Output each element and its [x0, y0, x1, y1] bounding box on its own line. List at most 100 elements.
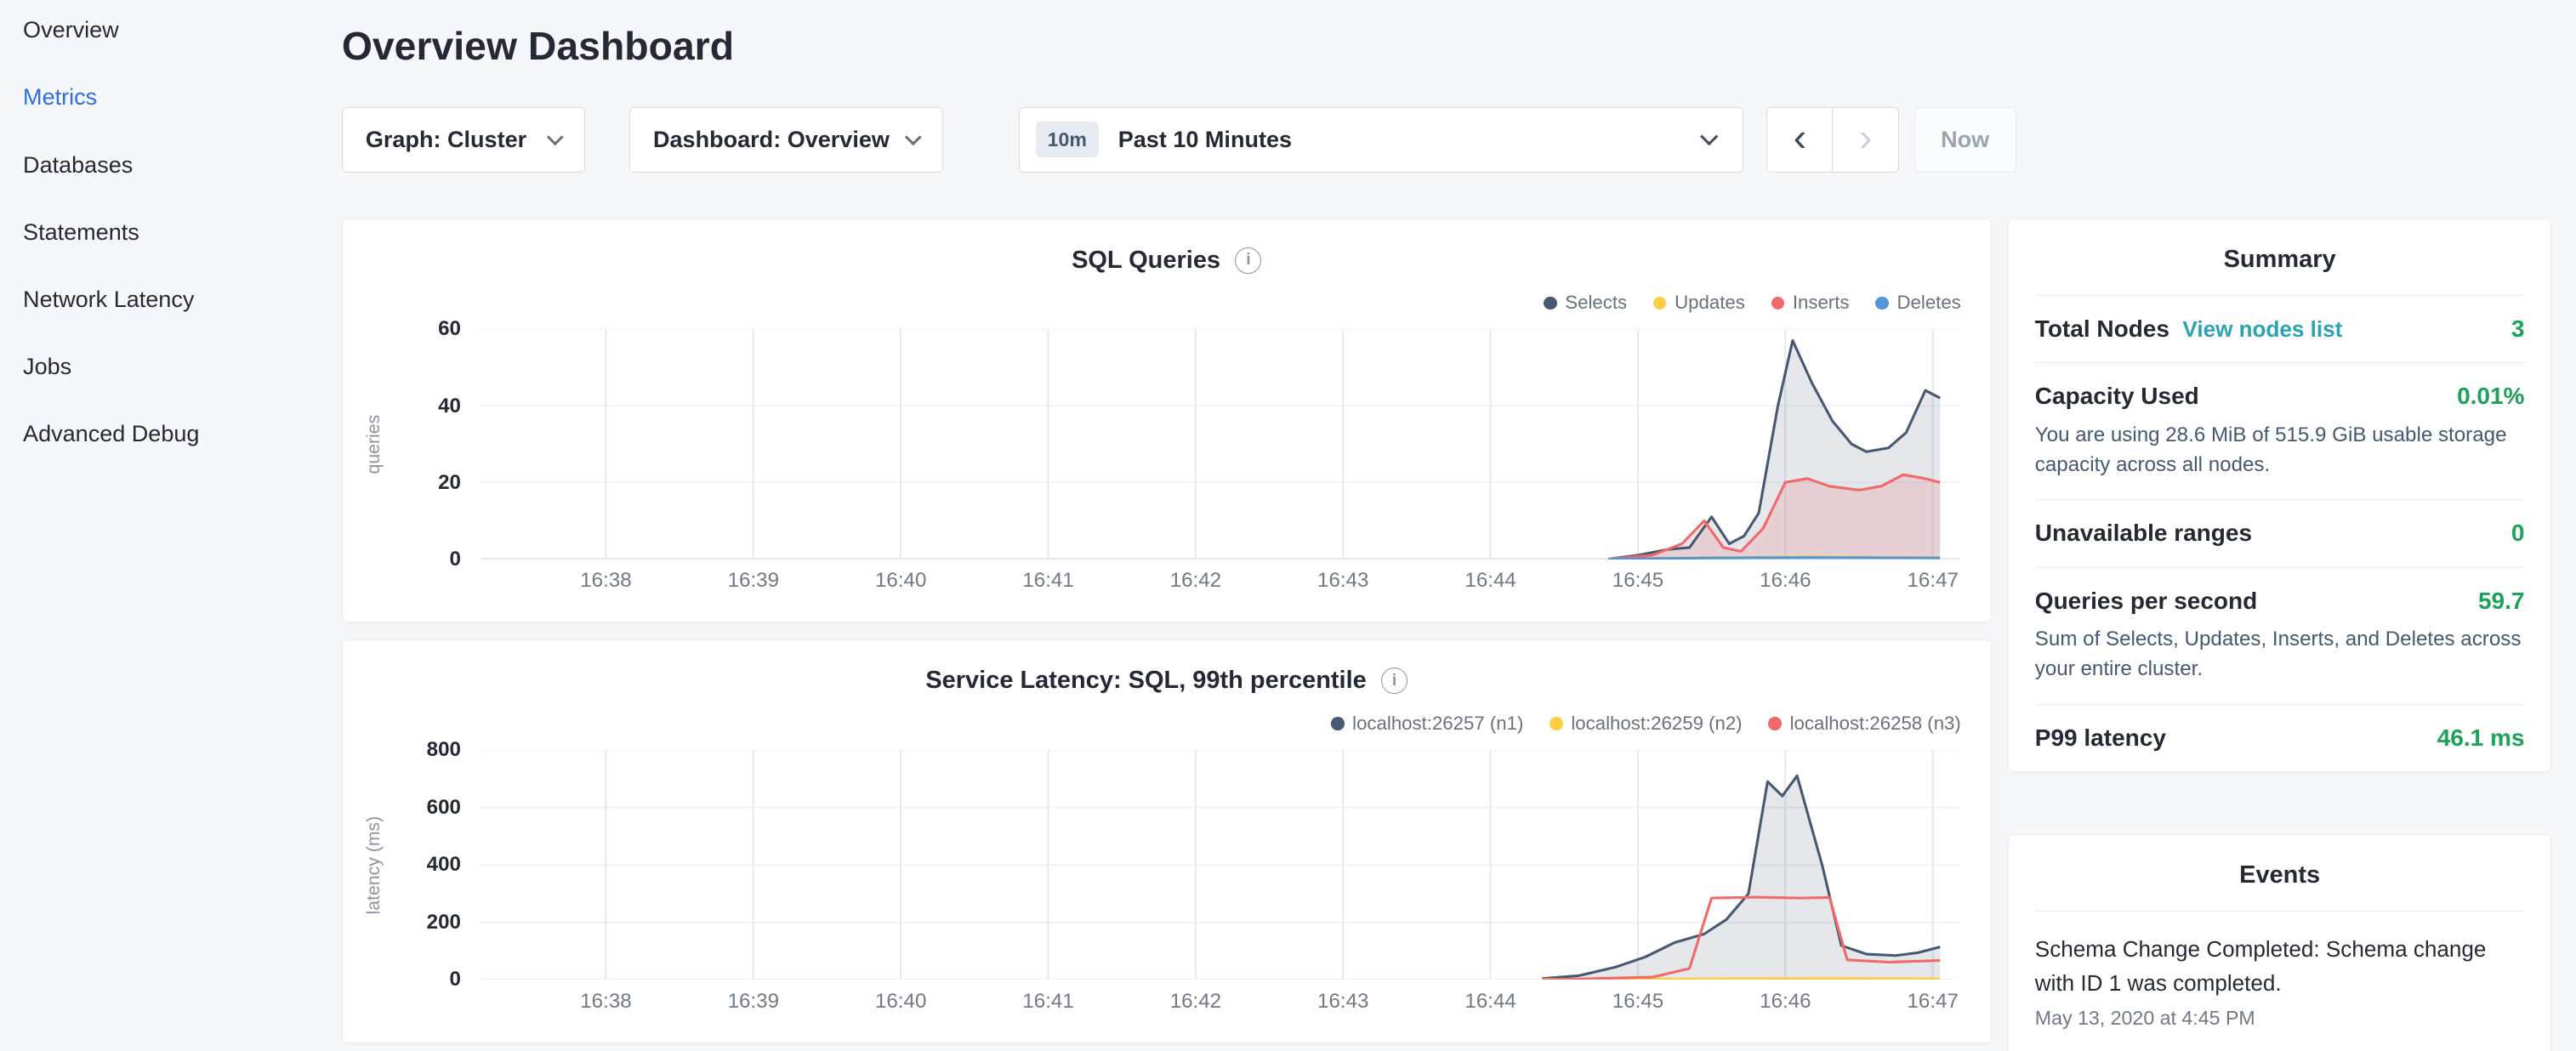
y-tick-label: 800 [401, 738, 461, 762]
legend-dot-icon [1550, 717, 1562, 730]
legend-item[interactable]: localhost:26259 (n2) [1550, 713, 1742, 736]
legend-label: Deletes [1897, 292, 1961, 314]
legend-item[interactable]: localhost:26257 (n1) [1331, 713, 1523, 736]
x-tick-label: 16:47 [1908, 990, 1959, 1014]
y-tick-label: 60 [401, 317, 461, 341]
summary-label: Queries per second [2035, 588, 2257, 615]
chart-title: SQL Queries [1072, 247, 1220, 275]
x-tick-label: 16:42 [1170, 990, 1221, 1014]
sidebar-item-network-latency[interactable]: Network Latency [23, 266, 319, 333]
summary-row-queries-per-second: Queries per second 59.7 Sum of Selects, … [2035, 567, 2525, 704]
legend-item[interactable]: Inserts [1771, 292, 1850, 315]
x-tick-label: 16:46 [1760, 990, 1811, 1014]
chart-plot-area: queries020406016:3816:3916:4016:4116:421… [481, 329, 1959, 559]
events-title: Events [2035, 835, 2525, 912]
legend-dot-icon [1331, 717, 1344, 730]
summary-label: Unavailable ranges [2035, 520, 2252, 547]
x-tick-label: 16:45 [1612, 990, 1663, 1014]
x-tick-label: 16:38 [580, 569, 631, 593]
legend-dot-icon [1771, 297, 1784, 310]
chevron-left-icon: ‹ [1794, 117, 1806, 156]
service-latency-panel: Service Latency: SQL, 99th percentile i … [342, 639, 1992, 1043]
time-range-picker[interactable]: 10m Past 10 Minutes [1019, 107, 1743, 173]
summary-value: 0 [2511, 520, 2525, 547]
chevron-down-icon [1700, 128, 1719, 147]
graph-scope-dropdown[interactable]: Graph: Cluster [342, 107, 585, 173]
chart-plot[interactable] [481, 750, 1959, 980]
time-pager: ‹ › [1766, 107, 1899, 173]
chart-plot[interactable] [481, 329, 1959, 559]
summary-description: You are using 28.6 MiB of 515.9 GiB usab… [2035, 420, 2525, 480]
x-tick-label: 16:44 [1464, 990, 1515, 1014]
events-panel: Events Schema Change Completed: Schema c… [2008, 834, 2551, 1051]
time-range-badge: 10m [1036, 122, 1098, 157]
legend-item[interactable]: Selects [1544, 292, 1627, 315]
x-tick-label: 16:39 [728, 569, 779, 593]
dashboard-dropdown[interactable]: Dashboard: Overview [629, 107, 943, 173]
x-tick-label: 16:46 [1760, 569, 1811, 593]
summary-row-capacity-used: Capacity Used 0.01% You are using 28.6 M… [2035, 362, 2525, 499]
time-forward-button[interactable]: › [1832, 107, 1899, 173]
summary-label: Total Nodes [2035, 315, 2169, 343]
summary-description: Sum of Selects, Updates, Inserts, and De… [2035, 624, 2525, 684]
x-tick-label: 16:47 [1908, 569, 1959, 593]
x-tick-label: 16:40 [875, 569, 926, 593]
x-tick-label: 16:41 [1022, 569, 1073, 593]
x-tick-label: 16:41 [1022, 990, 1073, 1014]
y-tick-label: 200 [401, 911, 461, 935]
summary-title: Summary [2035, 219, 2525, 296]
summary-label: Capacity Used [2035, 383, 2199, 410]
legend-dot-icon [1768, 717, 1781, 730]
y-tick-label: 0 [401, 968, 461, 991]
x-tick-label: 16:45 [1612, 569, 1663, 593]
summary-value: 59.7 [2478, 588, 2525, 615]
chart-legend: localhost:26257 (n1) localhost:26259 (n2)… [343, 713, 1961, 736]
legend-dot-icon [1875, 297, 1888, 310]
chevron-right-icon: › [1859, 117, 1872, 156]
dashboard-dropdown-label: Dashboard: Overview [653, 127, 890, 153]
legend-item[interactable]: Deletes [1875, 292, 1960, 315]
sidebar-item-metrics[interactable]: Metrics [23, 64, 319, 131]
summary-value: 3 [2511, 315, 2525, 343]
x-tick-label: 16:44 [1464, 569, 1515, 593]
legend-dot-icon [1653, 297, 1666, 310]
legend-item[interactable]: Updates [1653, 292, 1745, 315]
legend-label: Inserts [1793, 292, 1850, 314]
legend-item[interactable]: localhost:26258 (n3) [1768, 713, 1960, 736]
chart-title: Service Latency: SQL, 99th percentile [925, 667, 1366, 695]
y-axis-label: latency (ms) [362, 750, 385, 980]
chart-header: Service Latency: SQL, 99th percentile i [343, 640, 1991, 698]
chart-header: SQL Queries i [343, 219, 1991, 277]
sql-queries-panel: SQL Queries i Selects Updates Inserts Delet… [342, 219, 1992, 622]
y-tick-label: 0 [401, 548, 461, 571]
sidebar-item-advanced-debug[interactable]: Advanced Debug [23, 401, 319, 468]
sidebar: Overview Metrics Databases Statements Ne… [23, 0, 319, 469]
x-tick-label: 16:43 [1317, 990, 1368, 1014]
summary-value: 0.01% [2457, 383, 2524, 410]
now-button[interactable]: Now [1914, 107, 2016, 173]
chevron-down-icon [906, 129, 922, 145]
info-icon[interactable]: i [1235, 247, 1261, 274]
summary-row-total-nodes: Total Nodes View nodes list 3 [2035, 296, 2525, 362]
legend-label: Selects [1565, 292, 1627, 314]
y-tick-label: 40 [401, 395, 461, 418]
y-axis-label: queries [362, 329, 385, 559]
app-root: Overview Metrics Databases Statements Ne… [0, 0, 2576, 1051]
legend-label: localhost:26257 (n1) [1352, 713, 1523, 735]
x-tick-label: 16:38 [580, 990, 631, 1014]
event-timestamp: May 13, 2020 at 4:45 PM [2035, 1007, 2525, 1030]
chevron-down-icon [547, 129, 563, 145]
sidebar-item-jobs[interactable]: Jobs [23, 333, 319, 401]
chart-legend: Selects Updates Inserts Deletes [343, 292, 1961, 315]
sidebar-item-overview[interactable]: Overview [23, 0, 319, 64]
sidebar-item-databases[interactable]: Databases [23, 132, 319, 199]
sidebar-item-statements[interactable]: Statements [23, 199, 319, 266]
view-nodes-list-link[interactable]: View nodes list [2182, 316, 2342, 343]
event-item[interactable]: Schema Change Completed: Schema change w… [2035, 912, 2525, 1030]
chart-plot-area: latency (ms)020040060080016:3816:3916:40… [481, 750, 1959, 980]
info-icon[interactable]: i [1381, 668, 1407, 694]
summary-value: 46.1 ms [2437, 724, 2525, 752]
time-back-button[interactable]: ‹ [1766, 107, 1834, 173]
event-text: Schema Change Completed: Schema change w… [2035, 932, 2525, 1001]
summary-panel: Summary Total Nodes View nodes list 3 Ca… [2008, 219, 2551, 772]
